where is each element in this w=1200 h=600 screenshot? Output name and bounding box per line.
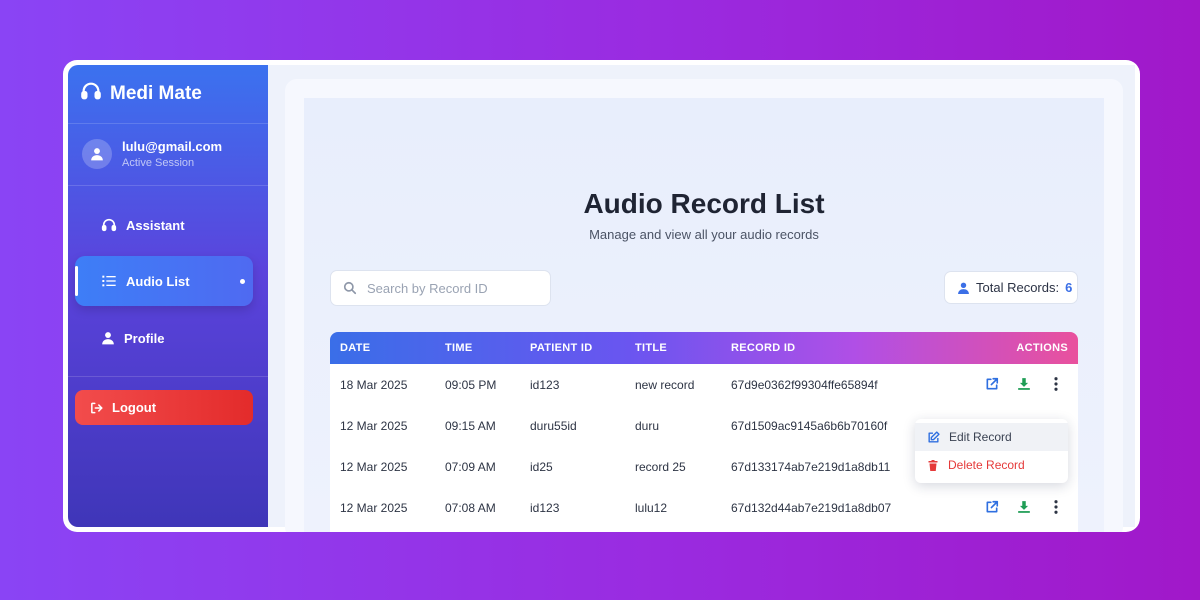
sidebar-item-label: Audio List	[126, 273, 190, 289]
sidebar: Medi Mate lulu@gmail.com Active Session …	[68, 65, 268, 527]
cell-patient-id: duru55id	[530, 419, 577, 433]
cell-date: 12 Mar 2025	[340, 501, 408, 515]
app-window: Medi Mate lulu@gmail.com Active Session …	[63, 60, 1140, 532]
cell-date: 12 Mar 2025	[340, 419, 408, 433]
cell-time: 09:05 PM	[445, 378, 497, 392]
row-actions	[984, 499, 1064, 515]
total-records-badge: Total Records: 6	[944, 271, 1078, 304]
edit-record-menu-item[interactable]: Edit Record	[915, 423, 1068, 451]
headset-icon	[80, 80, 102, 108]
list-icon	[102, 275, 116, 287]
more-options-icon[interactable]	[1048, 499, 1064, 515]
column-header-actions: ACTIONS	[1016, 342, 1068, 354]
sidebar-item-label: Assistant	[126, 217, 185, 233]
search-box[interactable]	[330, 270, 551, 306]
sidebar-item-label: Profile	[124, 330, 165, 346]
delete-record-menu-item[interactable]: Delete Record	[915, 451, 1068, 479]
cell-title: new record	[635, 378, 695, 392]
divider	[68, 185, 268, 186]
sidebar-item-audio-list[interactable]: Audio List	[75, 256, 253, 306]
page-subtitle: Manage and view all your audio records	[589, 227, 819, 242]
cell-patient-id: id123	[530, 378, 560, 392]
column-header-patient-id[interactable]: PATIENT ID	[530, 342, 592, 354]
cell-title: duru	[635, 419, 660, 433]
column-header-date[interactable]: DATE	[340, 342, 370, 354]
cell-record-id: 67d1509ac9145a6b6b70160f	[731, 419, 888, 433]
table-row: 18 Mar 2025 09:05 PM id123 new record 67d9e0…	[330, 364, 1078, 405]
sidebar-item-profile[interactable]: Profile	[75, 313, 253, 363]
table-row: 12 Mar 2025 07:08 AM id123 lulu12 67d132d44a…	[330, 487, 1078, 528]
column-header-time[interactable]: TIME	[445, 342, 472, 354]
active-dot	[240, 278, 245, 284]
cell-record-id: 67d133174ab7e219d1a8db11	[731, 460, 891, 474]
divider	[68, 376, 268, 377]
user-icon	[958, 282, 969, 294]
table-row: 12 Mar 202506:26 AMId23Dede de67d12929b4…	[330, 528, 1078, 532]
cell-time: 09:15 AM	[445, 419, 496, 433]
cell-patient-id: id25	[530, 460, 553, 474]
brand[interactable]: Medi Mate	[80, 79, 202, 109]
total-records-label: Total Records:	[976, 280, 1060, 295]
row-actions	[984, 376, 1064, 392]
row-action-menu: Edit Record Delete Record	[915, 419, 1068, 483]
column-header-title[interactable]: TITLE	[635, 342, 667, 354]
cell-time: 07:09 AM	[445, 460, 496, 474]
user-status: Active Session	[122, 157, 195, 169]
cell-record-id: 67d9e0362f99304ffe65894f	[731, 378, 878, 392]
headset-icon	[101, 218, 117, 232]
more-options-icon[interactable]	[1048, 376, 1064, 392]
cell-date: 18 Mar 2025	[340, 378, 408, 392]
user-icon	[91, 148, 103, 161]
cell-time: 07:08 AM	[445, 501, 496, 515]
cell-title: lulu12	[635, 501, 668, 515]
download-icon[interactable]	[1016, 376, 1032, 392]
column-header-record-id[interactable]: RECORD ID	[731, 342, 795, 354]
logout-label: Logout	[112, 400, 157, 415]
divider	[68, 123, 268, 124]
search-input[interactable]	[367, 280, 537, 296]
sidebar-item-assistant[interactable]: Assistant	[75, 200, 253, 250]
edit-record-label: Edit Record	[949, 430, 1012, 444]
page-title: Audio Record List	[583, 188, 825, 219]
open-external-icon[interactable]	[984, 499, 1000, 515]
search-icon	[343, 281, 357, 295]
user-icon	[102, 332, 114, 345]
active-indicator	[75, 266, 78, 296]
trash-icon	[928, 459, 938, 471]
cell-patient-id: id123	[530, 501, 560, 515]
download-icon[interactable]	[1016, 499, 1032, 515]
total-records-count: 6	[1065, 280, 1073, 295]
cell-record-id: 67d132d44ab7e219d1a8db07	[731, 501, 892, 515]
logout-button[interactable]: Logout	[75, 390, 253, 425]
user-info: lulu@gmail.com Active Session	[82, 139, 222, 169]
avatar	[82, 139, 112, 169]
cell-title: record 25	[635, 460, 686, 474]
app-name: Medi Mate	[110, 83, 202, 104]
user-email: lulu@gmail.com	[122, 139, 223, 154]
delete-record-label: Delete Record	[948, 458, 1025, 472]
open-external-icon[interactable]	[984, 376, 1000, 392]
cell-date: 12 Mar 2025	[340, 460, 408, 474]
table-header: DATE TIME PATIENT ID TITLE RECORD ID ACT…	[330, 332, 1078, 364]
edit-icon	[928, 430, 940, 443]
logout-icon	[91, 402, 103, 413]
audio-list-page: Audio Record List Manage and view all yo…	[304, 98, 1104, 532]
